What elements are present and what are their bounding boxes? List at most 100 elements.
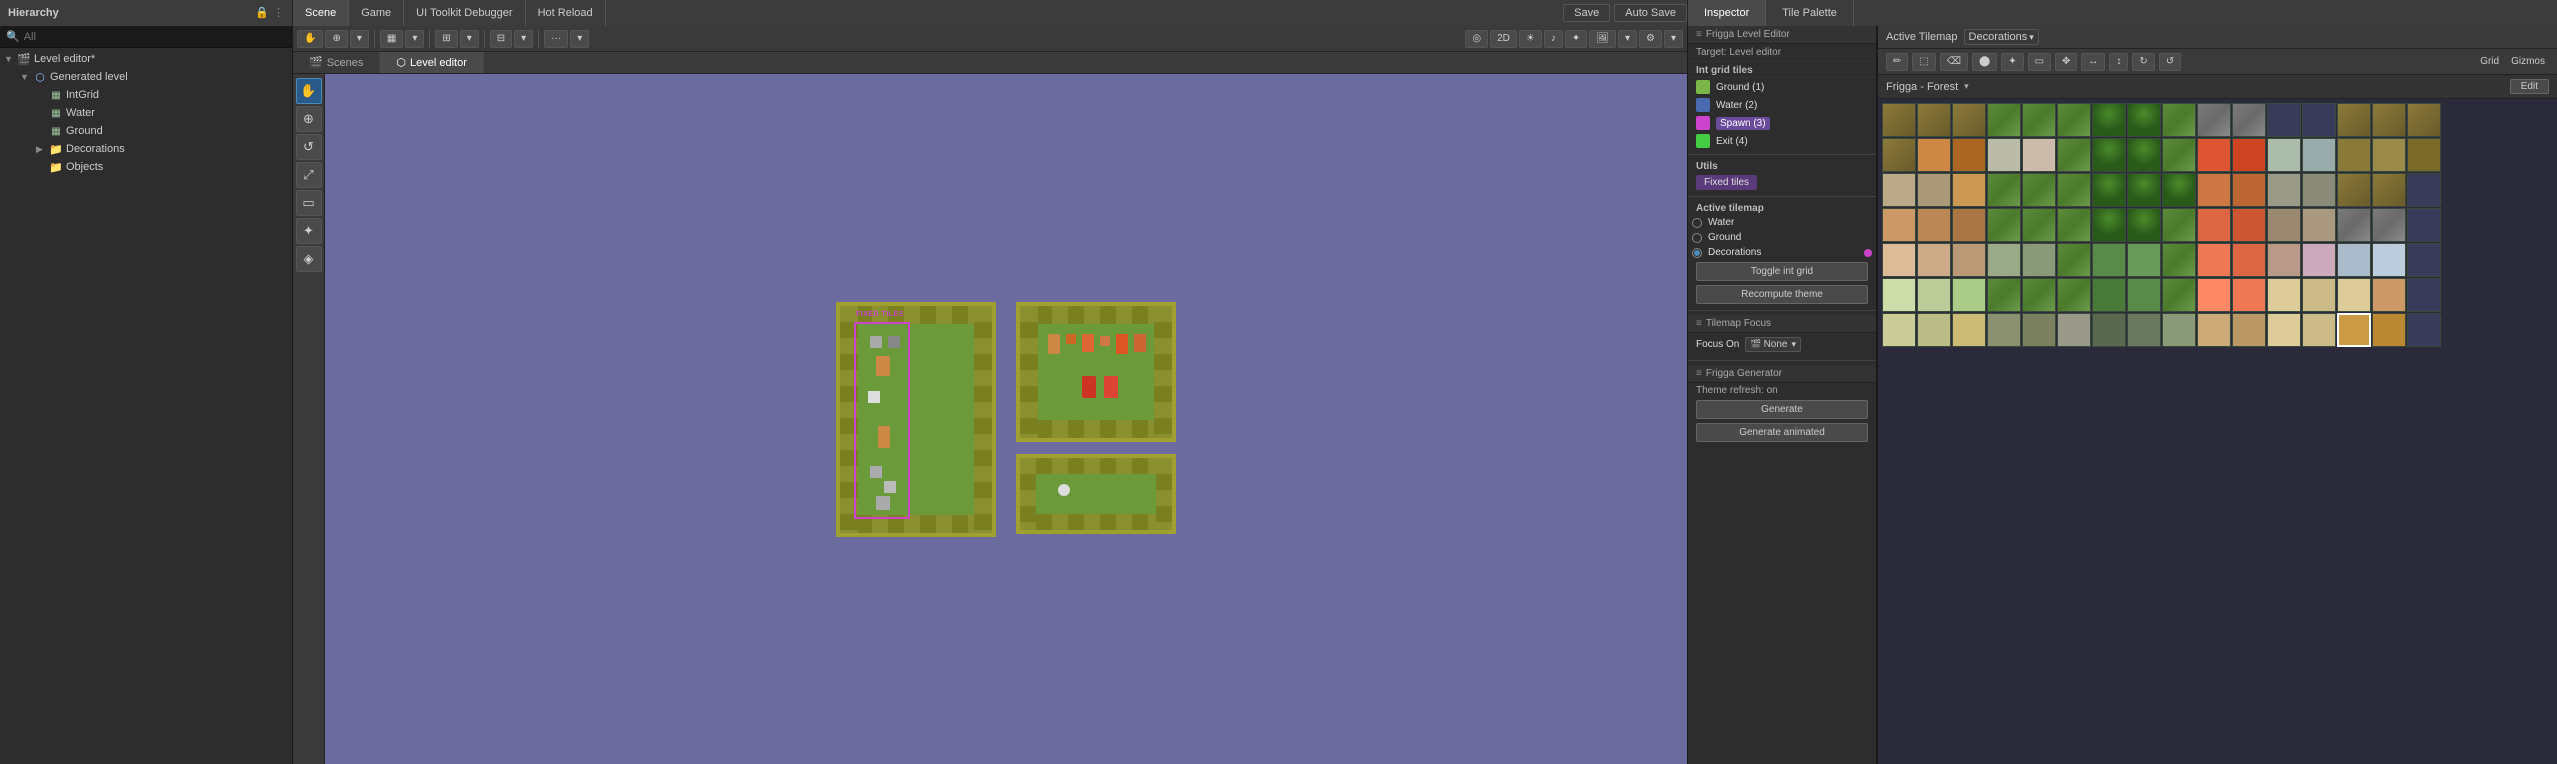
tile-cell[interactable] <box>2197 278 2231 312</box>
palette-marquee[interactable]: ⬚ <box>1912 53 1935 71</box>
tool-group4[interactable]: ⊟ <box>490 30 512 48</box>
tile-cell[interactable] <box>2372 208 2406 242</box>
tile-cell[interactable] <box>2197 313 2231 347</box>
light-btn[interactable]: ☀ <box>1519 30 1542 48</box>
tile-cell[interactable] <box>1917 103 1951 137</box>
tile-cell[interactable] <box>2407 103 2441 137</box>
fx-btn[interactable]: ✦ <box>1565 30 1587 48</box>
tab-scene[interactable]: Scene <box>293 0 349 26</box>
scene-viewport[interactable]: ✋ ⊕ ↺ ⤢ ▭ ✦ ◈ <box>293 74 1687 764</box>
palette-rotate-cw[interactable]: ↻ <box>2132 53 2154 71</box>
gizmos-dropdown[interactable]: ▾ <box>1664 30 1683 48</box>
tile-cell[interactable] <box>2197 173 2231 207</box>
tile-cell[interactable] <box>2162 103 2196 137</box>
more-btn[interactable]: ▾ <box>1618 30 1637 48</box>
tile-cell[interactable] <box>1987 173 2021 207</box>
tile-cell[interactable] <box>2232 138 2266 172</box>
tile-cell[interactable] <box>2162 208 2196 242</box>
tile-cell[interactable] <box>2372 138 2406 172</box>
tool-move[interactable]: ⊕ <box>325 30 347 48</box>
tree-item-decorations[interactable]: ▶ 📁 Decorations <box>0 140 292 158</box>
tile-cell[interactable] <box>1987 278 2021 312</box>
palette-pencil[interactable]: ✏ <box>1886 53 1908 71</box>
focus-dropdown[interactable]: 🎬 None ▾ <box>1745 337 1801 352</box>
tile-cell[interactable] <box>2022 138 2056 172</box>
hierarchy-menu-icon[interactable]: ⋮ <box>273 6 284 19</box>
tool-group4b[interactable]: ▾ <box>514 30 533 48</box>
tile-cell[interactable] <box>2022 208 2056 242</box>
tile-cell[interactable] <box>2267 208 2301 242</box>
tool-group5b[interactable]: ▾ <box>570 30 589 48</box>
tile-cell[interactable] <box>2407 243 2441 277</box>
2d-button[interactable]: 2D <box>1490 30 1517 48</box>
tile-cell[interactable] <box>1917 278 1951 312</box>
scene-view-btn[interactable]: 🖼 <box>1589 30 1616 48</box>
palette-gizmos-btn[interactable]: Gizmos <box>2507 54 2549 69</box>
tile-cell[interactable] <box>2022 313 2056 347</box>
tile-cell[interactable] <box>2302 243 2336 277</box>
tile-cell[interactable] <box>2337 173 2371 207</box>
tile-cell[interactable] <box>2302 278 2336 312</box>
tilemap-water[interactable]: Water <box>1688 215 1876 230</box>
tool-hand[interactable]: ✋ <box>297 30 323 48</box>
save-button[interactable]: Save <box>1563 4 1610 22</box>
tree-item-water[interactable]: ▦ Water <box>0 104 292 122</box>
tool-rect-transform[interactable]: ▭ <box>296 190 322 216</box>
tile-cell[interactable] <box>2092 208 2126 242</box>
tool-grid-dropdown[interactable]: ▾ <box>405 30 424 48</box>
palette-move[interactable]: ✥ <box>2055 53 2077 71</box>
tile-cell[interactable] <box>1987 103 2021 137</box>
tile-cell[interactable] <box>2267 173 2301 207</box>
tool-group3b[interactable]: ▾ <box>460 30 479 48</box>
tile-cell[interactable] <box>2092 313 2126 347</box>
generate-button[interactable]: Generate <box>1696 400 1868 419</box>
tile-cell[interactable] <box>1987 313 2021 347</box>
tile-cell[interactable] <box>2057 138 2091 172</box>
tile-cell[interactable] <box>1882 313 1916 347</box>
tile-cell[interactable] <box>2372 313 2406 347</box>
tile-cell[interactable] <box>2057 313 2091 347</box>
tile-cell[interactable] <box>1987 243 2021 277</box>
tile-cell[interactable] <box>2162 138 2196 172</box>
tile-cell[interactable] <box>2372 243 2406 277</box>
tile-cell[interactable] <box>2092 278 2126 312</box>
palette-grid-btn[interactable]: Grid <box>2476 54 2503 69</box>
tile-cell[interactable] <box>2337 243 2371 277</box>
tilemap-ground[interactable]: Ground <box>1688 230 1876 245</box>
tile-cell[interactable] <box>1917 173 1951 207</box>
tile-cell[interactable] <box>2092 138 2126 172</box>
int-grid-item-ground[interactable]: Ground (1) <box>1688 78 1876 96</box>
tile-cell[interactable] <box>1917 313 1951 347</box>
tile-cell[interactable] <box>2127 208 2161 242</box>
tile-cell[interactable] <box>2267 278 2301 312</box>
tile-cell[interactable] <box>1987 208 2021 242</box>
radio-water[interactable] <box>1692 218 1702 228</box>
tile-cell[interactable] <box>1952 243 1986 277</box>
palette-flip-x[interactable]: ↔ <box>2081 53 2105 71</box>
palette-rotate-ccw[interactable]: ↺ <box>2159 53 2181 71</box>
tile-cell[interactable] <box>2302 313 2336 347</box>
tile-cell[interactable] <box>2337 103 2371 137</box>
tool-custom[interactable]: ◈ <box>296 246 322 272</box>
tile-cell[interactable] <box>1952 103 1986 137</box>
hierarchy-lock-icon[interactable]: 🔒 <box>255 6 269 19</box>
tile-cell[interactable] <box>2232 103 2266 137</box>
palette-picker[interactable]: ✦ <box>2001 53 2023 71</box>
tree-item-objects[interactable]: 📁 Objects <box>0 158 292 176</box>
palette-fill[interactable]: ⬤ <box>1972 53 1997 71</box>
tile-cell[interactable] <box>1917 208 1951 242</box>
palette-rect[interactable]: ▭ <box>2028 53 2051 71</box>
tile-cell[interactable] <box>2337 278 2371 312</box>
tool-dropdown[interactable]: ▾ <box>350 30 369 48</box>
tool-rotate[interactable]: ↺ <box>296 134 322 160</box>
tile-cell[interactable] <box>2057 278 2091 312</box>
tile-cell[interactable] <box>2232 278 2266 312</box>
tile-cell[interactable] <box>1987 138 2021 172</box>
tool-scale[interactable]: ⤢ <box>296 162 322 188</box>
tile-cell[interactable] <box>2127 313 2161 347</box>
tile-cell[interactable] <box>2267 313 2301 347</box>
tile-cell[interactable] <box>2022 173 2056 207</box>
tool-combined[interactable]: ✦ <box>296 218 322 244</box>
tile-cell[interactable] <box>2407 138 2441 172</box>
tile-cell[interactable] <box>2127 173 2161 207</box>
